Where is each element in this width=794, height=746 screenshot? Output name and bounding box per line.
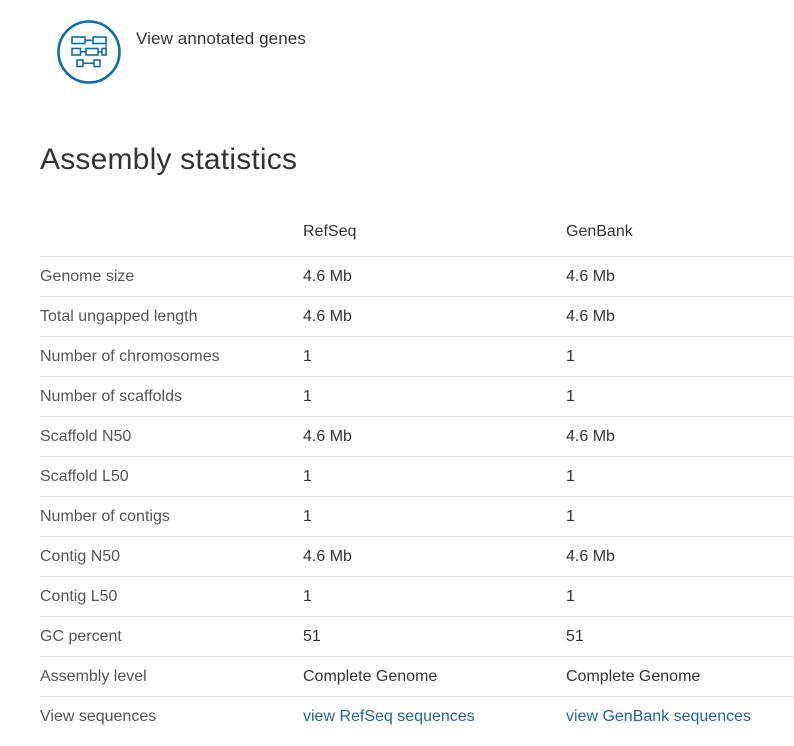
- row-label: Assembly level: [40, 667, 147, 685]
- row-label: Genome size: [40, 267, 135, 285]
- table-row-genome-size: Genome size 4.6 Mb 4.6 Mb: [40, 256, 794, 297]
- genbank-value: 4.6 Mb: [566, 547, 615, 565]
- table-row-scaffold-l50: Scaffold L50 1 1: [40, 456, 794, 497]
- table-row-contig-l50: Contig L50 1 1: [40, 576, 794, 617]
- row-label: View sequences: [40, 707, 157, 725]
- table-row-assembly-level: Assembly level Complete Genome Complete …: [40, 656, 794, 697]
- annotated-genes-icon: [57, 20, 121, 84]
- row-label: Contig L50: [40, 587, 118, 605]
- genbank-value: 1: [566, 467, 575, 485]
- genbank-value: 4.6 Mb: [566, 307, 615, 325]
- row-label: Number of scaffolds: [40, 387, 182, 405]
- refseq-value: 1: [303, 347, 312, 365]
- genbank-value: Complete Genome: [566, 667, 701, 685]
- row-label: Total ungapped length: [40, 307, 198, 325]
- row-label: Scaffold N50: [40, 427, 132, 445]
- row-label: Number of chromosomes: [40, 347, 220, 365]
- row-label: Contig N50: [40, 547, 121, 565]
- table-row-number-of-chromosomes: Number of chromosomes 1 1: [40, 336, 794, 377]
- table-row-gc-percent: GC percent 51 51: [40, 616, 794, 657]
- genbank-value: 4.6 Mb: [566, 267, 615, 285]
- table-row-number-of-contigs: Number of contigs 1 1: [40, 496, 794, 537]
- view-genbank-sequences-link[interactable]: view GenBank sequences: [566, 708, 751, 725]
- table-row-total-ungapped-length: Total ungapped length 4.6 Mb 4.6 Mb: [40, 296, 794, 337]
- refseq-value: 1: [303, 587, 312, 605]
- refseq-sequences-cell: view RefSeq sequences: [303, 697, 566, 737]
- genbank-value: 51: [566, 627, 584, 645]
- page: View annotated genes Assembly statistics…: [0, 0, 794, 746]
- refseq-value: 1: [303, 467, 312, 485]
- section-title: Assembly statistics: [40, 143, 298, 176]
- refseq-value: Complete Genome: [303, 667, 438, 685]
- row-label: GC percent: [40, 627, 122, 645]
- header-label-col: [40, 208, 303, 257]
- genbank-value: 4.6 Mb: [566, 427, 615, 445]
- table-row-scaffold-n50: Scaffold N50 4.6 Mb 4.6 Mb: [40, 416, 794, 457]
- refseq-value: 4.6 Mb: [303, 427, 352, 445]
- refseq-value: 4.6 Mb: [303, 267, 352, 285]
- row-label: Number of contigs: [40, 507, 170, 525]
- assembly-statistics-table: RefSeq GenBank Genome size 4.6 Mb 4.6 Mb…: [40, 208, 794, 736]
- genbank-value: 1: [566, 387, 575, 405]
- genbank-value: 1: [566, 587, 575, 605]
- view-refseq-sequences-link[interactable]: view RefSeq sequences: [303, 708, 475, 725]
- table-row-number-of-scaffolds: Number of scaffolds 1 1: [40, 376, 794, 417]
- refseq-value: 4.6 Mb: [303, 547, 352, 565]
- view-annotated-genes-label[interactable]: View annotated genes: [136, 29, 306, 49]
- row-label: Scaffold L50: [40, 467, 129, 485]
- refseq-value: 1: [303, 387, 312, 405]
- genbank-value: 1: [566, 507, 575, 525]
- refseq-value: 4.6 Mb: [303, 307, 352, 325]
- table-row-view-sequences: View sequences view RefSeq sequences vie…: [40, 696, 794, 737]
- refseq-value: 1: [303, 507, 312, 525]
- view-annotated-genes-link[interactable]: View annotated genes: [57, 20, 306, 84]
- genbank-value: 1: [566, 347, 575, 365]
- table-header-row: RefSeq GenBank: [40, 208, 794, 257]
- refseq-value: 51: [303, 627, 321, 645]
- table-row-contig-n50: Contig N50 4.6 Mb 4.6 Mb: [40, 536, 794, 577]
- header-genbank: GenBank: [566, 223, 633, 240]
- header-refseq: RefSeq: [303, 223, 357, 240]
- genbank-sequences-cell: view GenBank sequences: [566, 697, 794, 737]
